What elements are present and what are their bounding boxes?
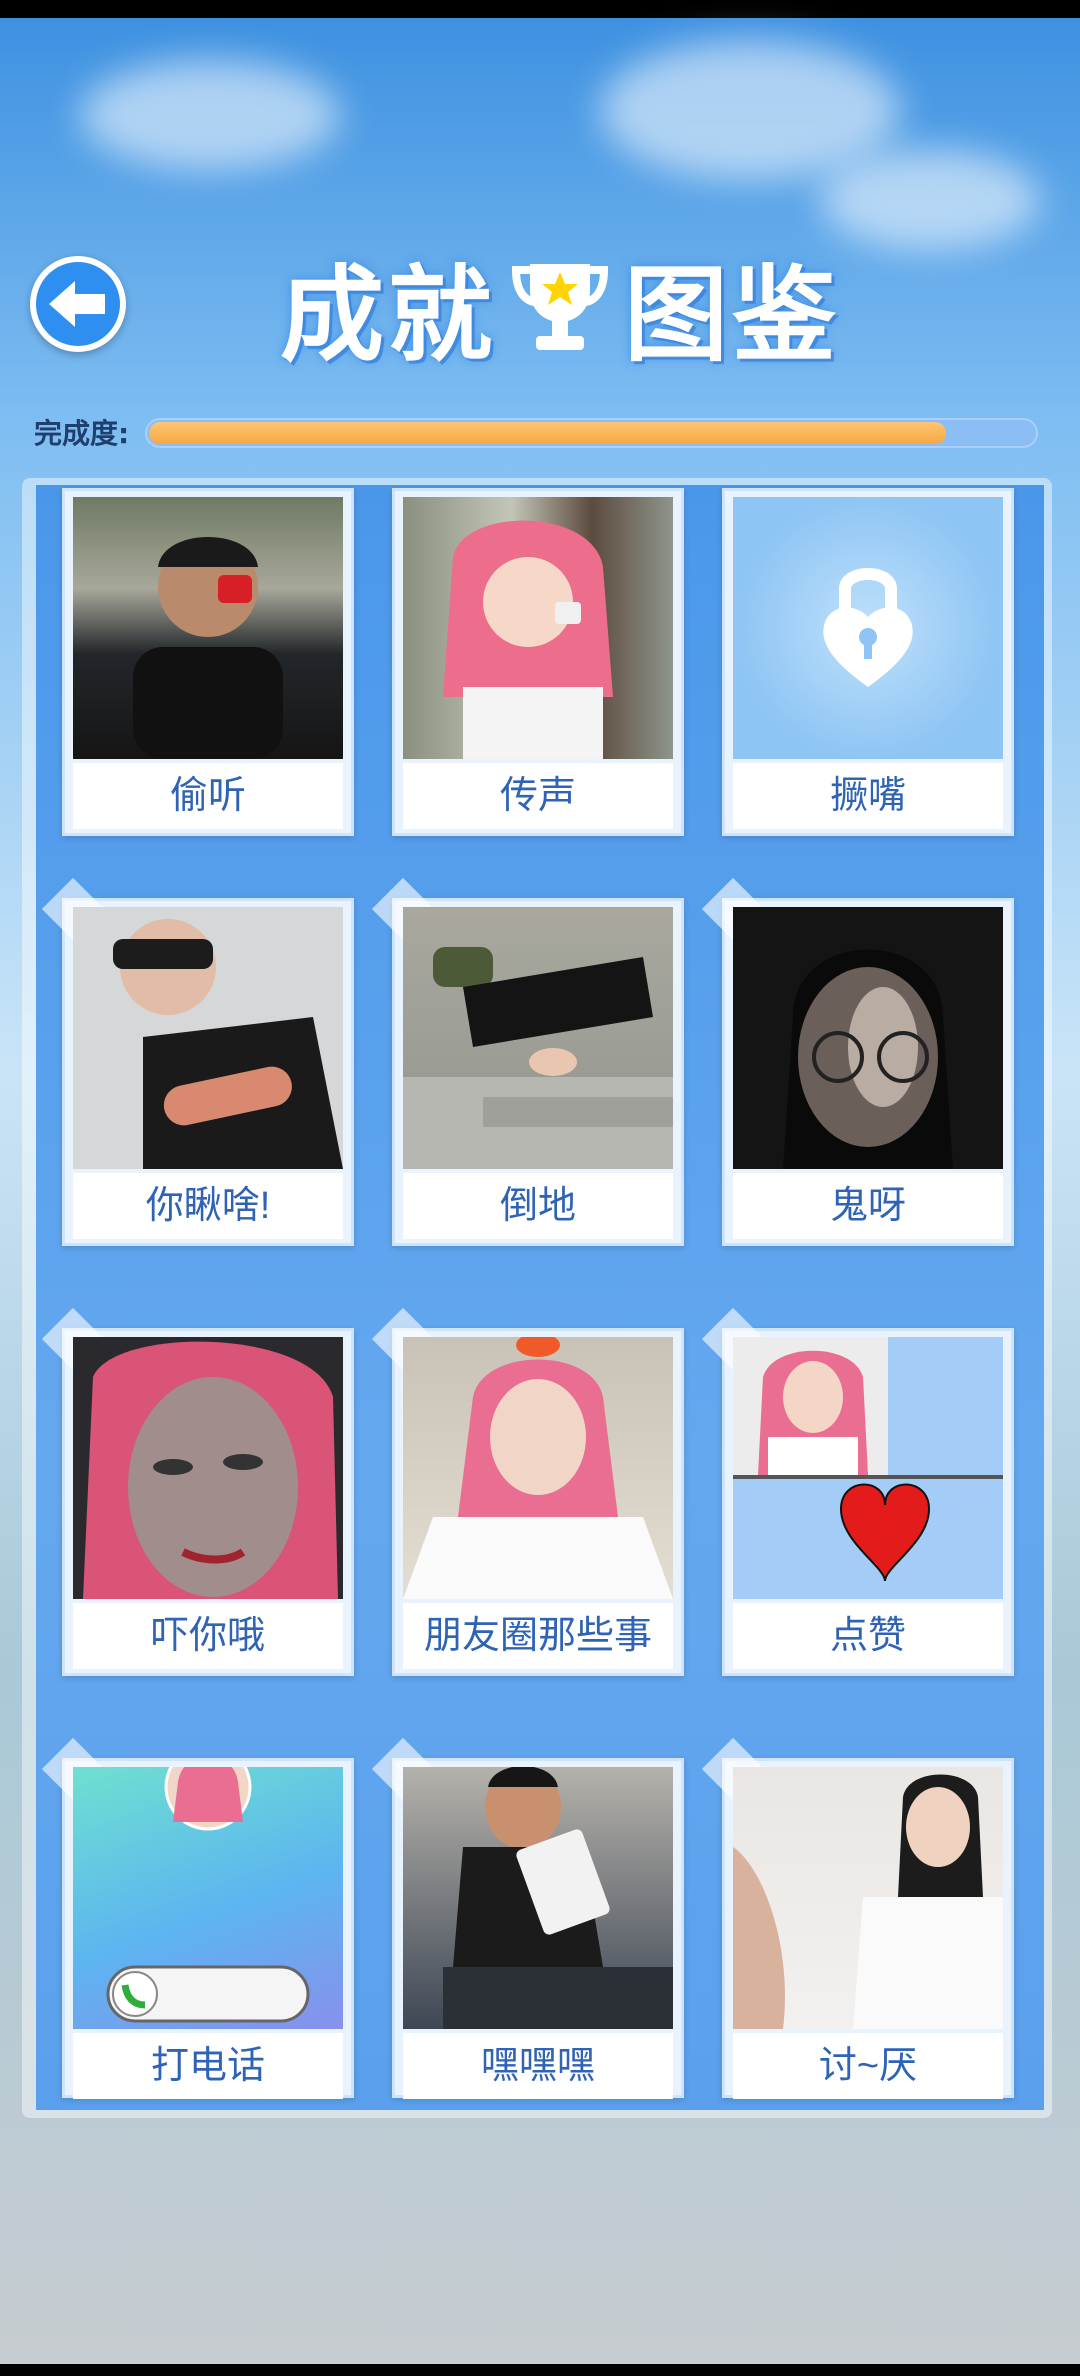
achievement-card[interactable]: 朋友圈那些事 [371,1307,684,1676]
achievement-thumbnail [403,1337,673,1599]
achievement-card[interactable]: 倒地 [371,877,684,1246]
system-nav-bar [0,2364,1080,2376]
achievement-thumbnail [733,907,1003,1169]
achievement-label: 偷听 [73,763,343,829]
achievement-card[interactable]: 偷听 [62,488,354,836]
achievement-label: 吓你哦 [73,1603,343,1669]
achievement-thumbnail [73,497,343,759]
achievement-grid: 偷听 传声 撅嘴 你瞅啥! 倒地 鬼呀 吓你哦 朋友圈那些事 点赞 打电话 嘿嘿… [36,485,1044,2110]
cloud [600,40,900,180]
achievement-thumbnail [733,1767,1003,2029]
achievement-label: 你瞅啥! [73,1173,343,1239]
achievement-label: 讨~厌 [733,2033,1003,2099]
trophy-star-icon [511,264,609,350]
title-right: 图鉴 [624,253,841,376]
achievement-label: 嘿嘿嘿 [403,2033,673,2099]
achievement-card[interactable]: 嘿嘿嘿 [371,1737,684,2099]
achievement-thumbnail [733,497,1003,759]
achievement-thumbnail [403,907,673,1169]
achievement-label: 传声 [403,763,673,829]
achievement-thumbnail [73,1337,343,1599]
page-title: 成就 图鉴 [280,240,840,376]
progress-label: 完成度: [34,417,130,450]
back-button[interactable] [30,256,126,352]
achievement-thumbnail [403,497,673,759]
achievement-thumbnail [73,907,343,1169]
progress-fill [149,422,946,444]
achievement-label: 倒地 [403,1173,673,1239]
cloud [820,150,1040,250]
achievement-thumbnail [73,1767,343,2029]
status-bar [0,0,1080,18]
achievement-label: 打电话 [73,2033,343,2099]
progress-bar [145,418,1038,448]
title-left: 成就 [280,253,497,376]
achievement-card[interactable]: 打电话 [41,1737,354,2099]
achievement-label: 鬼呀 [733,1173,1003,1239]
achievement-card[interactable]: 鬼呀 [701,877,1014,1246]
achievement-label: 撅嘴 [733,763,1003,829]
cloud [80,60,340,170]
achievement-thumbnail [733,1337,1003,1599]
achievement-card[interactable]: 讨~厌 [701,1737,1014,2099]
achievement-card[interactable]: 撅嘴 [722,488,1014,836]
achievement-label: 点赞 [733,1603,1003,1669]
achievement-card[interactable]: 吓你哦 [41,1307,354,1676]
achievement-card[interactable]: 你瞅啥! [41,877,354,1246]
achievement-card[interactable]: 点赞 [701,1307,1014,1676]
achievement-card[interactable]: 传声 [392,488,684,836]
lock-icon [823,568,913,687]
achievement-label: 朋友圈那些事 [403,1603,673,1669]
achievement-thumbnail [403,1767,673,2029]
back-arrow-icon [49,281,105,327]
